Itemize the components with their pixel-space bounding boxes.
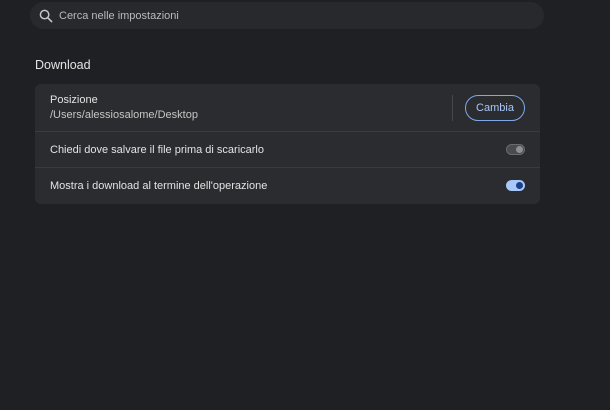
location-label: Posizione [50, 94, 98, 106]
show-when-done-label: Mostra i download al termine dell'operaz… [50, 180, 268, 192]
ask-where-label: Chiedi dove salvare il file prima di sca… [50, 143, 264, 156]
settings-search-bar[interactable] [30, 2, 544, 29]
show-when-done-toggle[interactable] [506, 180, 525, 191]
location-row: Posizione /Users/alessiosalome/Desktop C… [35, 84, 540, 132]
show-when-done-row[interactable]: Mostra i download al termine dell'operaz… [35, 168, 540, 204]
search-input[interactable] [59, 9, 529, 22]
location-divider [452, 95, 453, 121]
toggle-knob [516, 182, 523, 189]
change-location-button[interactable]: Cambia [465, 95, 525, 121]
location-text: Posizione /Users/alessiosalome/Desktop [50, 94, 198, 121]
toggle-knob [516, 146, 523, 153]
ask-where-toggle[interactable] [506, 144, 525, 155]
section-title-download: Download [35, 58, 91, 72]
download-settings-card: Posizione /Users/alessiosalome/Desktop C… [35, 84, 540, 204]
search-icon [39, 9, 53, 23]
location-path: /Users/alessiosalome/Desktop [50, 109, 198, 121]
ask-where-row[interactable]: Chiedi dove salvare il file prima di sca… [35, 132, 540, 168]
